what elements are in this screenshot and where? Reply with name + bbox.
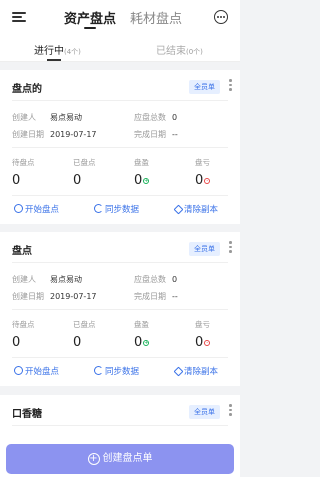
sync-icon: [94, 366, 103, 375]
divider: [12, 425, 228, 426]
plus-icon: +: [87, 453, 100, 465]
create-inventory-button[interactable]: + 创建盘点单: [6, 444, 234, 474]
subtab-indicator: [47, 59, 61, 61]
start-icon: [14, 366, 23, 375]
menu-icon[interactable]: [12, 12, 26, 22]
start-inventory-button[interactable]: 开始盘点: [14, 203, 59, 215]
pending-stat: 待盘点 0: [12, 320, 35, 350]
status-tabs: 进行中(4个) 已结束(0个): [0, 34, 240, 62]
create-date-row: 创建日期 2019-07-17: [12, 292, 97, 301]
should-total-row: 应盘总数 0: [134, 275, 178, 284]
eraser-icon: [173, 204, 184, 215]
loss-stat: 盘亏 0-: [195, 158, 211, 188]
more-icon[interactable]: [229, 404, 232, 416]
profit-stat: 盘盈 0 +: [134, 158, 150, 188]
message-icon[interactable]: [214, 10, 228, 24]
scope-badge: 全员单: [189, 242, 220, 256]
tab-consumable-inventory[interactable]: 耗材盘点: [130, 8, 182, 27]
clear-copy-button[interactable]: 清除副本: [173, 203, 218, 215]
start-icon: [14, 204, 23, 213]
loss-stat: 盘亏 0-: [195, 320, 211, 350]
creator-row: 创建人 易点易动: [12, 113, 82, 122]
scope-badge: 全员单: [189, 405, 220, 419]
more-icon[interactable]: [229, 79, 232, 91]
inventory-card[interactable]: 盘点 全员单 创建人 易点易动 应盘总数 0 创建日期 2019-07-17 完成日期…: [0, 232, 240, 386]
scope-badge: 全员单: [189, 80, 220, 94]
loss-icon: -: [204, 178, 211, 184]
inventory-card[interactable]: 盘点的 全员单 创建人 易点易动 应盘总数 0 创建日期 2019-07-17 完成日…: [0, 70, 240, 224]
profit-icon: +: [143, 178, 150, 184]
eraser-icon: [173, 366, 184, 377]
card-title: 口香糖: [12, 409, 42, 420]
should-total-row: 应盘总数 0: [134, 113, 178, 122]
top-bar: 资产盘点 耗材盘点: [0, 0, 240, 34]
divider: [12, 195, 228, 196]
divider: [12, 147, 228, 148]
sync-data-button[interactable]: 同步数据: [94, 203, 139, 215]
divider: [12, 262, 228, 263]
sync-data-button[interactable]: 同步数据: [94, 365, 139, 377]
divider: [12, 357, 228, 358]
tab-indicator: [84, 27, 96, 29]
divider: [12, 100, 228, 101]
card-title: 盘点的: [12, 84, 42, 95]
profit-stat: 盘盈 0 +: [134, 320, 150, 350]
finish-date-row: 完成日期 --: [134, 292, 178, 301]
more-icon[interactable]: [229, 241, 232, 253]
subtab-ended[interactable]: 已结束(0个): [156, 42, 203, 57]
card-title: 盘点: [12, 246, 32, 257]
done-stat: 已盘点 0: [73, 320, 96, 350]
finish-date-row: 完成日期 --: [134, 130, 178, 139]
profit-icon: +: [143, 340, 150, 346]
clear-copy-button[interactable]: 清除副本: [173, 365, 218, 377]
page: 资产盘点 耗材盘点 进行中(4个) 已结束(0个) 盘点的 全员单 创建人 易点易…: [0, 0, 240, 477]
sync-icon: [94, 204, 103, 213]
tab-asset-inventory[interactable]: 资产盘点: [64, 8, 116, 27]
subtab-in-progress[interactable]: 进行中(4个): [34, 42, 81, 57]
done-stat: 已盘点 0: [73, 158, 96, 188]
creator-row: 创建人 易点易动: [12, 275, 82, 284]
loss-icon: -: [204, 340, 211, 346]
pending-stat: 待盘点 0: [12, 158, 35, 188]
start-inventory-button[interactable]: 开始盘点: [14, 365, 59, 377]
create-date-row: 创建日期 2019-07-17: [12, 130, 97, 139]
divider: [12, 309, 228, 310]
